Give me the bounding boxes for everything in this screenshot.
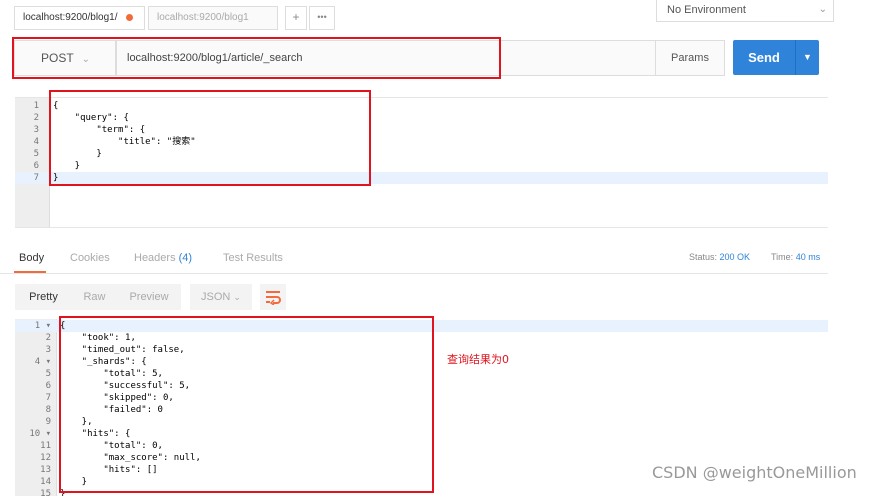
chevron-down-icon: ⌄ (233, 292, 241, 302)
highlight-box-body (49, 90, 371, 186)
tab-cookies[interactable]: Cookies (70, 252, 110, 264)
unsaved-dot-icon (125, 13, 133, 21)
environment-select[interactable]: No Environment ⌄ (656, 0, 834, 22)
more-tabs-button[interactable]: ••• (309, 6, 335, 30)
send-button[interactable]: Send (733, 40, 795, 75)
chevron-down-icon: ⌄ (818, 4, 827, 15)
raw-button[interactable]: Raw (72, 284, 117, 310)
pretty-button[interactable]: Pretty (15, 284, 72, 310)
format-select[interactable]: JSON ⌄ (190, 284, 252, 310)
format-label: JSON (201, 291, 231, 303)
tab-test-results[interactable]: Test Results (223, 252, 283, 264)
time-value: 40 ms (795, 252, 821, 262)
chevron-down-icon: ▼ (803, 52, 812, 62)
annotation-note: 查询结果为0 (447, 353, 509, 366)
tab-body[interactable]: Body (19, 252, 44, 264)
divider (0, 273, 828, 274)
params-button[interactable]: Params (655, 40, 725, 76)
tab-request-2[interactable]: localhost:9200/blog1 (148, 6, 278, 30)
highlight-box-request (12, 37, 501, 79)
tab-request-2-label: localhost:9200/blog1 (157, 12, 249, 23)
preview-button[interactable]: Preview (117, 284, 181, 310)
time-readout: Time: 40 ms (771, 252, 821, 262)
wrap-lines-button[interactable] (260, 284, 286, 310)
environment-label: No Environment (667, 4, 746, 16)
status-readout: Status: 200 OK (689, 252, 751, 262)
tab-request-1-label: localhost:9200/blog1/ (23, 12, 118, 23)
status-value: 200 OK (719, 252, 751, 262)
tab-headers[interactable]: Headers (4) (134, 252, 192, 264)
highlight-box-response (59, 316, 434, 493)
watermark: CSDN @weightOneMillion (652, 463, 857, 482)
add-tab-button[interactable]: + (285, 6, 307, 30)
tab-request-1[interactable]: localhost:9200/blog1/ (14, 6, 145, 30)
tab-headers-label: Headers (134, 252, 176, 264)
headers-count: (4) (178, 252, 193, 264)
send-options-button[interactable]: ▼ (795, 40, 819, 75)
wrap-lines-icon (266, 291, 281, 306)
